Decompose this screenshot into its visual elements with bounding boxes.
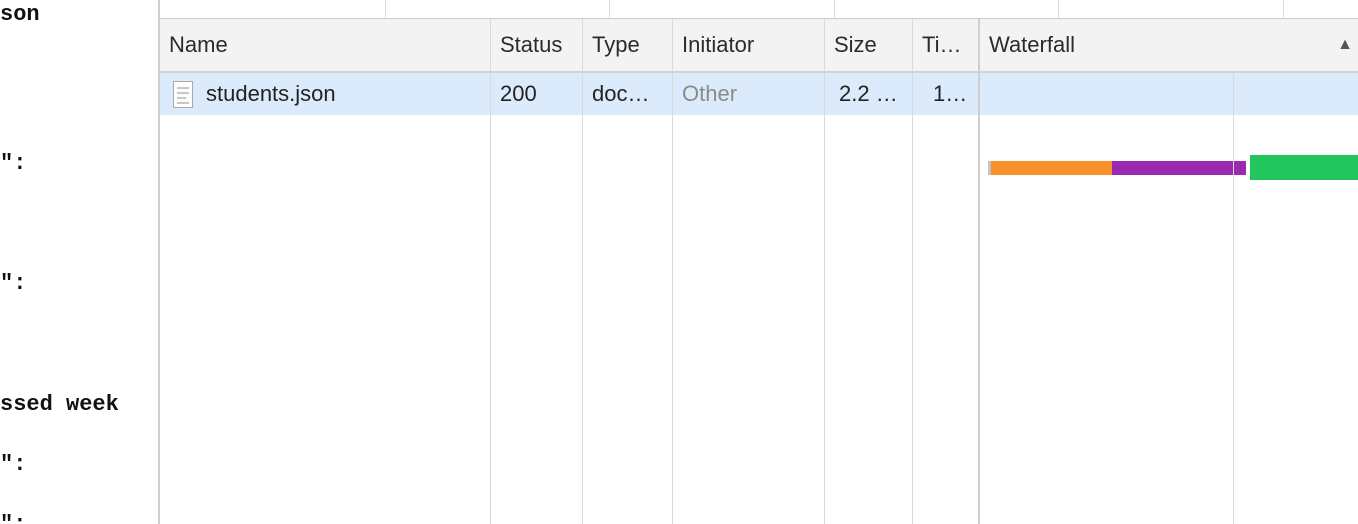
request-name[interactable]: students.json <box>160 73 491 115</box>
column-header-name[interactable]: Name <box>160 19 491 71</box>
column-divider[interactable] <box>672 19 673 524</box>
network-overview-timeline[interactable] <box>160 0 1358 19</box>
request-initiator: Other <box>682 81 738 106</box>
column-divider[interactable] <box>978 19 980 524</box>
column-header-waterfall[interactable]: Waterfall <box>980 19 1320 71</box>
code-line: ssed week <box>0 392 119 417</box>
code-line: ": <box>0 151 27 176</box>
network-table-header: Name Status Type Initiator Size Ti… Wate… <box>160 19 1358 73</box>
column-header-type[interactable]: Type <box>583 19 673 71</box>
request-type: doc… <box>592 81 650 106</box>
waterfall-download-segment <box>1250 155 1358 180</box>
sort-ascending-icon[interactable]: ▲ <box>1336 19 1354 71</box>
request-status: 200 <box>500 81 537 106</box>
table-row[interactable]: students.json 200 doc… Other 2.2 … 1… <box>160 73 1358 180</box>
column-divider[interactable] <box>490 19 491 524</box>
waterfall-ssl-segment <box>1112 161 1246 175</box>
code-line: ": <box>0 452 27 477</box>
request-time: 1… <box>933 81 968 106</box>
column-header-status[interactable]: Status <box>491 19 583 71</box>
code-line: ": <box>0 271 27 296</box>
code-line: ": <box>0 512 26 524</box>
column-divider[interactable] <box>912 19 913 524</box>
column-header-size[interactable]: Size <box>825 19 913 71</box>
column-divider[interactable] <box>582 19 583 524</box>
overview-tick <box>834 0 835 18</box>
overview-tick <box>385 0 386 18</box>
overview-tick <box>1058 0 1059 18</box>
network-panel: Name Status Type Initiator Size Ti… Wate… <box>160 0 1358 524</box>
waterfall-gridline <box>1233 73 1234 524</box>
column-header-initiator[interactable]: Initiator <box>673 19 825 71</box>
request-size: 2.2 … <box>839 81 898 106</box>
column-header-time[interactable]: Ti… <box>913 19 978 71</box>
overview-tick <box>609 0 610 18</box>
page-json-source: son ": ": ssed week ": ": <box>0 0 158 524</box>
waterfall-connect-segment <box>991 161 1112 175</box>
column-divider[interactable] <box>824 19 825 524</box>
code-line: son <box>0 2 40 27</box>
document-icon <box>173 81 193 108</box>
overview-tick <box>1283 0 1284 18</box>
